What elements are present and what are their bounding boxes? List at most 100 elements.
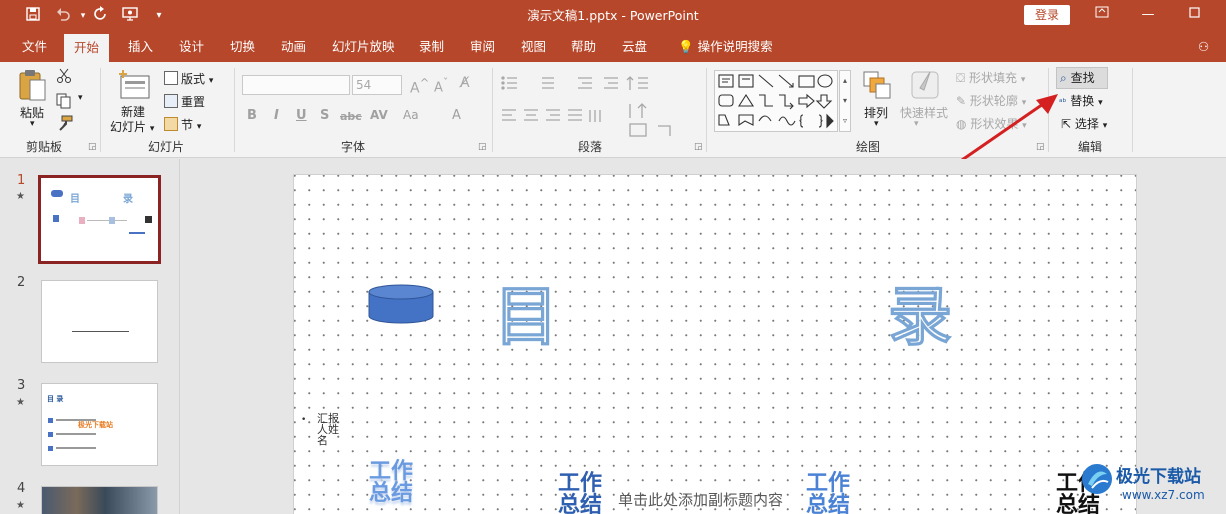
thumb-bullet (48, 446, 53, 451)
arrange-icon[interactable] (862, 70, 892, 103)
layout-icon (164, 71, 178, 85)
font-launcher-icon[interactable]: ◲ (478, 142, 487, 152)
layout-dropdown-icon: ▾ (208, 76, 214, 86)
tab-help[interactable]: 帮助 (561, 32, 606, 62)
thumb-wordart (53, 215, 59, 222)
save-icon[interactable] (22, 6, 44, 26)
presenter-name-text[interactable]: 汇报人姓名 (317, 413, 341, 446)
minimize-icon[interactable]: — (1136, 4, 1160, 26)
divider (706, 68, 707, 152)
thumb-char-2: 录 (123, 194, 133, 205)
increase-font-icon[interactable]: A^ (410, 76, 429, 97)
font-name-box[interactable] (242, 75, 350, 95)
section-button[interactable]: 节 ▾ (164, 116, 201, 133)
change-case-button[interactable]: Aa (403, 108, 419, 122)
tab-slideshow[interactable]: 幻灯片放映 (322, 32, 405, 62)
divider (100, 68, 101, 152)
quick-styles-icon[interactable] (910, 68, 940, 103)
copy-icon[interactable] (56, 93, 72, 112)
thumb-line (87, 220, 127, 221)
animation-star-icon: ★ (16, 191, 25, 202)
arrange-dropdown-icon[interactable]: ▾ (874, 119, 879, 129)
thumb-overlay-text: 极光下载站 (78, 421, 113, 429)
wordart-2[interactable]: 工作 总结 (558, 473, 602, 514)
clipboard-launcher-icon[interactable]: ◲ (88, 142, 97, 152)
paragraph-tools-icon[interactable] (500, 74, 700, 144)
maximize-icon[interactable] (1182, 4, 1206, 26)
tab-transitions[interactable]: 切换 (220, 32, 265, 62)
quick-styles-label[interactable]: 快速样式 (900, 104, 948, 121)
reset-button[interactable]: 重置 (164, 93, 205, 110)
slide-thumbnail-2[interactable] (41, 280, 158, 363)
clear-formatting-icon[interactable]: A̸ (460, 75, 470, 91)
subtitle-placeholder[interactable]: 单击此处添加副标题内容 (618, 489, 783, 510)
section-label: 节 (181, 118, 194, 132)
thumb-bullet (48, 432, 53, 437)
shapes-scroll-icon[interactable]: ▴ ▾ ▿ (839, 70, 851, 132)
tab-design[interactable]: 设计 (169, 32, 214, 62)
new-slide-label-2[interactable]: 幻灯片 ▾ (110, 118, 154, 135)
share-button[interactable]: ⚇共 (1188, 32, 1226, 84)
font-color-button[interactable]: A (452, 108, 461, 123)
user-icon: ⚇ (1198, 39, 1210, 54)
ribbon-display-options-icon[interactable] (1090, 4, 1114, 26)
ribbon-tabs: 文件 开始 插入 设计 切换 动画 幻灯片放映 录制 审阅 视图 帮助 云盘 💡… (0, 32, 1226, 84)
slide-thumbnails-panel: 1 ★ 目 录 2 3 ★ 目 录 极光下载站 4 ★ (0, 159, 180, 514)
thumb-line (56, 447, 96, 449)
decrease-font-icon[interactable]: Aˇ (434, 76, 448, 95)
paste-dropdown-icon[interactable]: ▾ (30, 119, 35, 129)
slide-number: 2 (17, 275, 26, 290)
title-bar: ▾ ▾ 演示文稿1.pptx - PowerPoint 登录 — (0, 0, 1226, 32)
tab-cloud[interactable]: 云盘 (612, 32, 657, 62)
tab-insert[interactable]: 插入 (118, 32, 163, 62)
slide-canvas[interactable]: 目 录 • 汇报人姓名 工作 总结 工作 总结 单击此处添加副标题内容 工作 总… (293, 174, 1137, 514)
customize-toolbar-icon[interactable]: ▾ (148, 6, 170, 26)
wordart-line-1: 工作 (806, 471, 851, 496)
copy-dropdown-icon[interactable]: ▾ (78, 93, 83, 103)
title-char-lu[interactable]: 录 (887, 282, 952, 353)
shapes-gallery[interactable] (714, 70, 838, 132)
wordart-line-2: 总结 (806, 493, 851, 514)
bold-button[interactable]: B (247, 108, 257, 123)
slide-thumbnail-3[interactable]: 目 录 极光下载站 (41, 383, 158, 466)
title-char-mu[interactable]: 目 (493, 282, 558, 353)
wordart-line-2: 总结 (369, 481, 414, 506)
format-painter-icon[interactable] (56, 115, 74, 134)
tab-file[interactable]: 文件 (12, 32, 57, 62)
cylinder-shape[interactable] (368, 284, 434, 324)
new-slide-label-text: 幻灯片 (110, 120, 147, 134)
wordart-line-2: 总结 (558, 493, 603, 514)
tell-me-search[interactable]: 💡 操作说明搜索 (668, 32, 783, 62)
tab-record[interactable]: 录制 (409, 32, 454, 62)
paragraph-launcher-icon[interactable]: ◲ (694, 142, 703, 152)
reset-icon (164, 94, 178, 108)
new-slide-icon[interactable] (117, 68, 151, 105)
paste-icon[interactable] (18, 68, 48, 105)
tab-home[interactable]: 开始 (64, 34, 110, 62)
slide-thumbnail-1[interactable]: 目 录 (38, 175, 161, 264)
char-spacing-button[interactable]: AV (370, 108, 388, 122)
login-button[interactable]: 登录 (1024, 5, 1070, 25)
thumb-line (56, 433, 96, 435)
strikethrough-button[interactable]: abc (340, 110, 362, 123)
underline-button[interactable]: U (296, 108, 307, 123)
cut-icon[interactable] (56, 68, 72, 87)
thumb-line (72, 331, 129, 332)
wordart-3[interactable]: 工作 总结 (806, 473, 850, 514)
quick-styles-dropdown-icon[interactable]: ▾ (914, 119, 919, 129)
start-slideshow-icon[interactable] (120, 6, 142, 26)
redo-icon[interactable] (90, 6, 112, 26)
divider (234, 68, 235, 152)
slide-thumbnail-4[interactable] (41, 486, 158, 514)
font-size-box[interactable]: 54 (352, 75, 402, 95)
undo-icon[interactable] (52, 6, 74, 26)
layout-button[interactable]: 版式 ▾ (164, 70, 213, 87)
wordart-1[interactable]: 工作 总结 (369, 461, 413, 505)
shadow-button[interactable]: S (320, 108, 329, 123)
new-slide-dropdown-icon[interactable]: ▾ (150, 124, 155, 134)
tab-animations[interactable]: 动画 (271, 32, 316, 62)
tab-review[interactable]: 审阅 (460, 32, 505, 62)
font-size-value: 54 (356, 78, 372, 92)
tab-view[interactable]: 视图 (511, 32, 556, 62)
italic-button[interactable]: I (274, 108, 279, 123)
